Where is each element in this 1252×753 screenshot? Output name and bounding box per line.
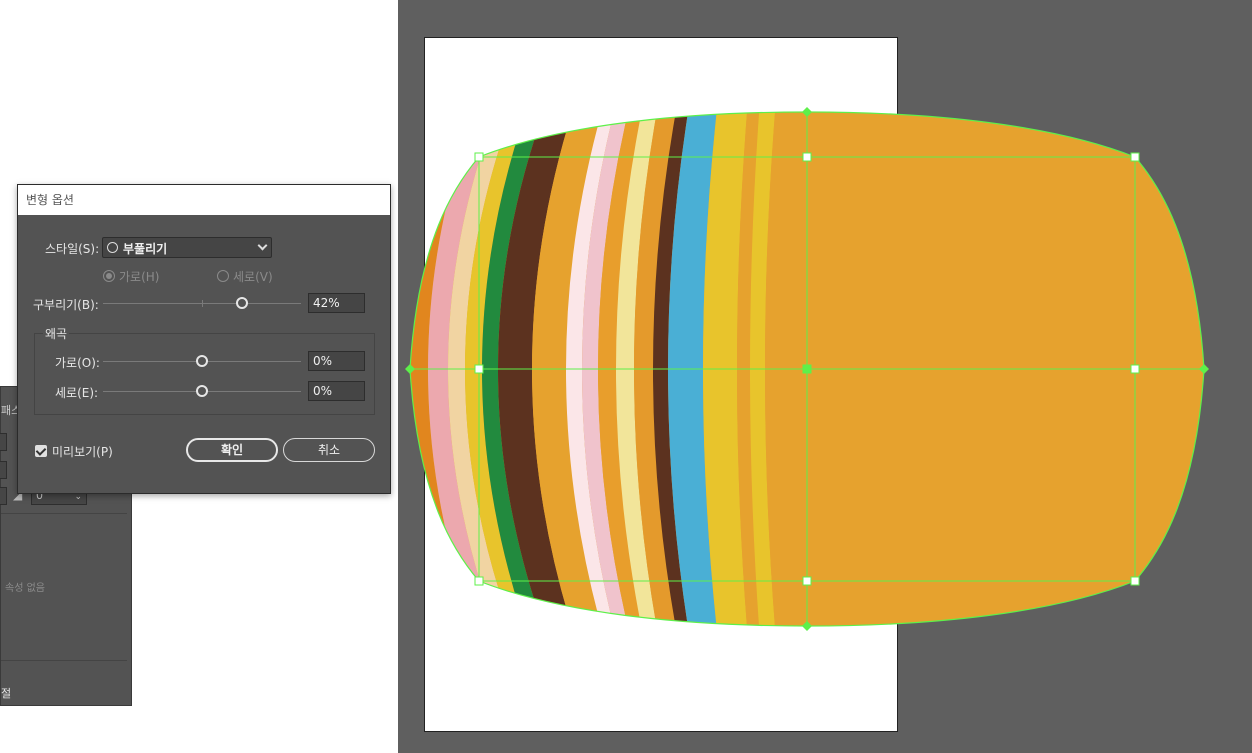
vertical-radio[interactable]: [217, 270, 229, 282]
style-label: 스타일(S):: [45, 242, 100, 256]
bounding-box-handle[interactable]: [1130, 152, 1140, 162]
chevron-down-icon: [257, 240, 268, 251]
distort-h-slider-knob[interactable]: [196, 355, 208, 367]
distortion-group-label: 왜곡: [43, 325, 70, 342]
distort-v-slider-knob[interactable]: [196, 385, 208, 397]
bounding-box-handle[interactable]: [474, 152, 484, 162]
bend-value-field[interactable]: 42%: [308, 293, 365, 313]
bend-label: 구부리기(B):: [33, 298, 99, 312]
bounding-box-handle[interactable]: [1130, 364, 1140, 374]
horizontal-radio-label: 가로(H): [119, 270, 160, 284]
bounding-box-handle[interactable]: [474, 576, 484, 586]
distort-h-label: 가로(O):: [55, 356, 100, 370]
panel-bottom-label[interactable]: 절: [1, 685, 11, 701]
panel-empty-text: 속성 없음: [5, 583, 45, 594]
bounding-box-handle[interactable]: [802, 364, 812, 374]
style-select-value: 부풀리기: [123, 242, 168, 256]
ok-button[interactable]: 확인: [186, 438, 278, 462]
bend-slider-center-tick: [202, 300, 203, 307]
bounding-box-handle[interactable]: [802, 152, 812, 162]
distort-h-value-field[interactable]: 0%: [308, 351, 365, 371]
bounding-box-handle[interactable]: [1130, 576, 1140, 586]
horizontal-radio[interactable]: [103, 270, 115, 282]
panel-divider: [1, 513, 127, 514]
panel-field-c[interactable]: [0, 487, 7, 505]
stripe-group: [410, 112, 790, 626]
distort-v-value-field[interactable]: 0%: [308, 381, 365, 401]
panel-divider-2: [1, 660, 127, 661]
preview-checkbox[interactable]: [35, 445, 47, 457]
distortion-group: [34, 333, 375, 415]
warp-options-dialog: 변형 옵션 스타일(S): 부풀리기 가로(H) 세로(V) 구부리기(B): …: [17, 184, 391, 494]
preview-label[interactable]: 미리보기(P): [52, 443, 113, 460]
style-select[interactable]: 부풀리기: [102, 237, 272, 258]
bend-slider-knob[interactable]: [235, 297, 248, 309]
bounding-box-handle[interactable]: [474, 364, 484, 374]
bounding-box-handle[interactable]: [802, 576, 812, 586]
vertical-radio-label: 세로(V): [233, 270, 273, 284]
panel-field-b[interactable]: [0, 461, 7, 479]
dialog-title[interactable]: 변형 옵션: [18, 185, 390, 215]
inflate-style-icon: [107, 242, 118, 253]
panel-field-a[interactable]: [0, 433, 7, 451]
distort-v-label: 세로(E):: [55, 386, 99, 400]
cancel-button[interactable]: 취소: [283, 438, 375, 462]
